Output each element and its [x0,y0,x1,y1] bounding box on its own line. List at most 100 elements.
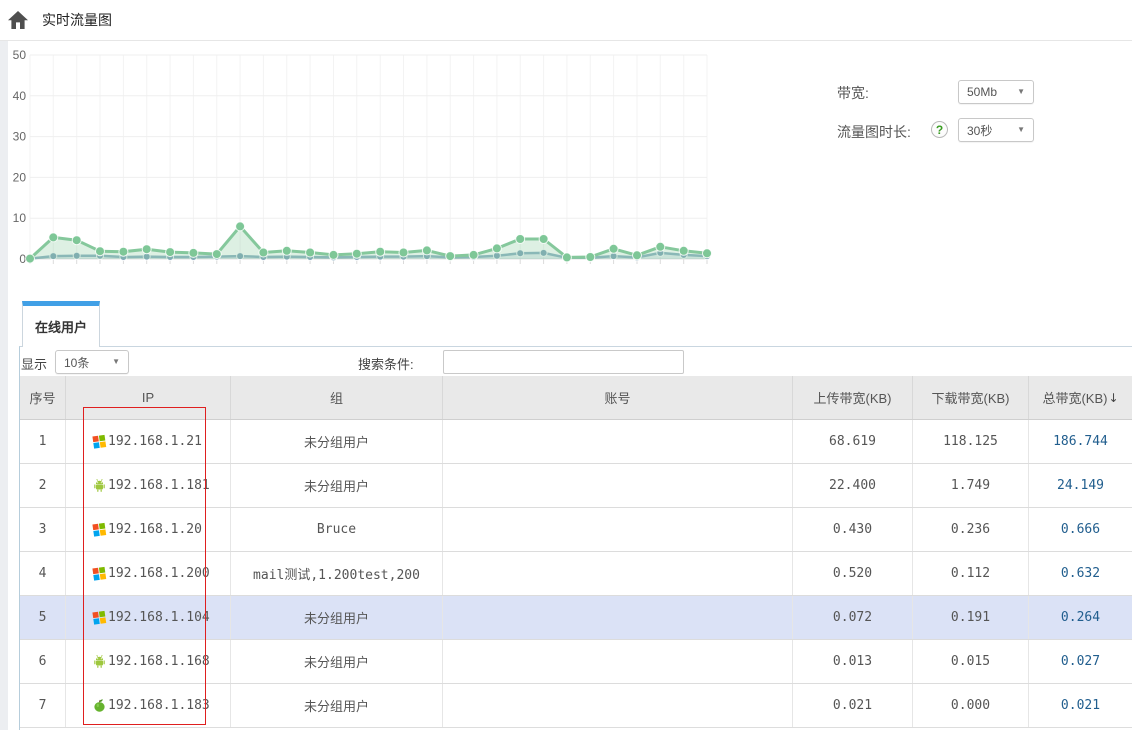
ip-text: 192.168.1.183 [108,698,210,713]
cell-download: 0.112 [913,552,1029,595]
cell-no: 1 [20,420,66,463]
tab-online-users[interactable]: 在线用户 [22,301,100,347]
table-row[interactable]: 7 192.168.1.183 未分组用户 0.0210.0000.021 [20,684,1132,728]
cell-no: 4 [20,552,66,595]
cell-account [443,508,793,551]
cell-download: 1.749 [913,464,1029,507]
cell-group: 未分组用户 [231,596,443,639]
bandwidth-select-value: 50Mb [967,85,997,99]
col-header-ip[interactable]: IP [66,376,231,419]
page-size-select[interactable]: 10条 ▼ [55,350,129,374]
traffic-chart: 01020304050 [0,41,1132,293]
ip-text: 192.168.1.21 [108,434,202,449]
sort-desc-icon: ↓ [1108,391,1118,405]
cell-ip: 192.168.1.20 [66,508,231,551]
bandwidth-label: 带宽: [837,83,869,103]
ip-text: 192.168.1.181 [108,478,210,493]
svg-text:50: 50 [13,48,27,62]
cell-download: 0.191 [913,596,1029,639]
windows-icon [92,434,107,449]
search-label: 搜索条件: [358,354,414,373]
cell-group: 未分组用户 [231,640,443,683]
cell-account [443,640,793,683]
cell-account [443,684,793,727]
online-users-panel: 显示 10条 ▼ 搜索条件: 序号 IP 组 账号 上传带宽(KB) 下载带宽(… [19,346,1132,730]
col-header-total[interactable]: 总带宽(KB)↓ [1029,376,1132,419]
cell-account [443,464,793,507]
show-label: 显示 [21,354,47,373]
cell-total: 186.744 [1029,420,1132,463]
cell-total: 0.027 [1029,640,1132,683]
col-header-account[interactable]: 账号 [443,376,793,419]
windows-icon [92,610,107,625]
cell-total: 0.264 [1029,596,1132,639]
cell-ip: 192.168.1.21 [66,420,231,463]
col-header-group[interactable]: 组 [231,376,443,419]
cell-total: 0.632 [1029,552,1132,595]
windows-icon [92,566,107,581]
cell-no: 6 [20,640,66,683]
col-header-no[interactable]: 序号 [20,376,66,419]
cell-total: 0.021 [1029,684,1132,727]
table-row[interactable]: 1 192.168.1.21 未分组用户 68.619118.125186.744 [20,420,1132,464]
ip-text: 192.168.1.20 [108,522,202,537]
page-size-value: 10条 [64,354,89,371]
duration-label: 流量图时长: [837,122,911,142]
apple-icon [92,698,107,713]
cell-no: 7 [20,684,66,727]
cell-total: 0.666 [1029,508,1132,551]
duration-select[interactable]: 30秒 ▼ [958,118,1034,142]
svg-text:20: 20 [13,170,27,184]
chevron-down-icon: ▼ [1017,126,1025,134]
cell-ip: 192.168.1.168 [66,640,231,683]
cell-no: 5 [20,596,66,639]
cell-ip: 192.168.1.104 [66,596,231,639]
cell-upload: 0.021 [793,684,913,727]
cell-download: 118.125 [913,420,1029,463]
table-row[interactable]: 5 192.168.1.104 未分组用户 0.0720.1910.264 [20,596,1132,640]
svg-text:40: 40 [13,89,27,103]
android-icon [92,478,107,493]
chevron-down-icon: ▼ [112,358,120,366]
cell-upload: 0.430 [793,508,913,551]
cell-upload: 0.013 [793,640,913,683]
cell-download: 0.015 [913,640,1029,683]
svg-text:30: 30 [13,130,27,144]
ip-text: 192.168.1.200 [108,566,210,581]
realtime-traffic-page: 实时流量图 01020304050 带宽: 50Mb ▼ 流量图时长: ? 30… [0,0,1132,730]
table-row[interactable]: 6 192.168.1.168 未分组用户 0.0130.0150.027 [20,640,1132,684]
android-icon [92,654,107,669]
search-input[interactable] [443,350,684,374]
cell-upload: 22.400 [793,464,913,507]
cell-group: 未分组用户 [231,464,443,507]
col-header-download[interactable]: 下载带宽(KB) [913,376,1029,419]
cell-group: Bruce [231,508,443,551]
table-row[interactable]: 3 192.168.1.20 Bruce 0.4300.2360.666 [20,508,1132,552]
svg-text:10: 10 [13,211,27,225]
help-icon[interactable]: ? [931,121,948,138]
home-icon[interactable] [8,11,28,30]
chevron-down-icon: ▼ [1017,88,1025,96]
table-row[interactable]: 4192.168.1.200mail测试,1.200test,2000.5200… [20,552,1132,596]
cell-ip: 192.168.1.200 [66,552,231,595]
windows-icon [92,522,107,537]
cell-group: 未分组用户 [231,684,443,727]
cell-ip: 192.168.1.183 [66,684,231,727]
ip-text: 192.168.1.168 [108,654,210,669]
cell-account [443,552,793,595]
cell-no: 3 [20,508,66,551]
cell-upload: 68.619 [793,420,913,463]
online-users-table: 序号 IP 组 账号 上传带宽(KB) 下载带宽(KB) 总带宽(KB)↓ 11… [20,376,1132,728]
ip-text: 192.168.1.104 [108,610,210,625]
cell-ip: 192.168.1.181 [66,464,231,507]
cell-download: 0.000 [913,684,1029,727]
bandwidth-select[interactable]: 50Mb ▼ [958,80,1034,104]
top-bar: 实时流量图 [0,0,1132,41]
cell-total: 24.149 [1029,464,1132,507]
cell-group: 未分组用户 [231,420,443,463]
cell-download: 0.236 [913,508,1029,551]
cell-upload: 0.072 [793,596,913,639]
col-header-upload[interactable]: 上传带宽(KB) [793,376,913,419]
table-row[interactable]: 2192.168.1.181未分组用户22.4001.74924.149 [20,464,1132,508]
page-title: 实时流量图 [42,0,112,41]
